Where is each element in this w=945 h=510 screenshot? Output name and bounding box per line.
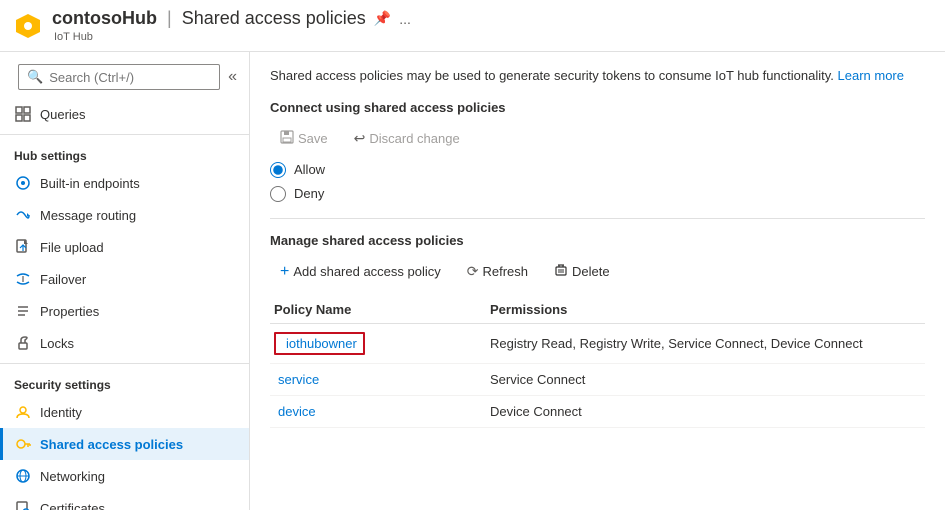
- connect-section-title: Connect using shared access policies: [270, 100, 925, 115]
- allow-label: Allow: [294, 162, 325, 177]
- title-bar: contosoHub | Shared access policies 📌 ..…: [0, 0, 945, 52]
- panel: Shared access policies may be used to ge…: [250, 52, 945, 510]
- hub-name: contosoHub: [52, 8, 157, 29]
- certificates-label: Certificates: [40, 501, 105, 510]
- locks-label: Locks: [40, 336, 74, 351]
- discard-icon: ↩: [354, 130, 366, 147]
- properties-icon: [14, 302, 32, 320]
- col-policy-header: Policy Name: [270, 302, 490, 317]
- add-icon: +: [280, 263, 289, 281]
- policy-link-iothubowner[interactable]: iothubowner: [282, 336, 357, 351]
- lock-icon: [14, 334, 32, 352]
- search-icon: 🔍: [27, 69, 43, 85]
- radio-group: Allow Deny: [270, 162, 925, 202]
- sidebar-item-shared-access-policies[interactable]: Shared access policies: [0, 428, 249, 460]
- search-box[interactable]: 🔍: [18, 64, 220, 90]
- failover-label: Failover: [40, 272, 86, 287]
- title-separator: |: [167, 8, 172, 29]
- cert-icon: ✓: [14, 499, 32, 510]
- add-policy-button[interactable]: + Add shared access policy: [270, 258, 451, 286]
- sidebar-item-properties[interactable]: Properties: [0, 295, 249, 327]
- deny-radio[interactable]: [270, 186, 286, 202]
- save-icon: [280, 130, 294, 147]
- table-row: iothubowner Registry Read, Registry Writ…: [270, 324, 925, 364]
- permissions-cell: Registry Read, Registry Write, Service C…: [490, 336, 925, 351]
- hub-icon: [14, 12, 42, 40]
- shared-access-policies-label: Shared access policies: [40, 437, 183, 452]
- permissions-cell: Service Connect: [490, 372, 925, 387]
- discard-button[interactable]: ↩ Discard change: [344, 125, 470, 152]
- file-icon: [14, 238, 32, 256]
- active-policy-box: iothubowner: [274, 332, 365, 355]
- deny-radio-item[interactable]: Deny: [270, 186, 925, 202]
- sidebar-item-locks[interactable]: Locks: [0, 327, 249, 359]
- policy-name-cell: service: [270, 372, 490, 387]
- main-content: 🔍 « Queries Hub settings Built-in endpoi…: [0, 52, 945, 510]
- search-input[interactable]: [49, 70, 211, 85]
- table-row: device Device Connect: [270, 396, 925, 428]
- refresh-icon: ⟳: [467, 263, 479, 280]
- allow-radio-item[interactable]: Allow: [270, 162, 925, 178]
- policy-name-cell: iothubowner: [270, 332, 490, 355]
- permissions-cell: Device Connect: [490, 404, 925, 419]
- sidebar-item-networking[interactable]: Networking: [0, 460, 249, 492]
- endpoint-icon: [14, 174, 32, 192]
- sidebar-item-built-in-endpoints[interactable]: Built-in endpoints: [0, 167, 249, 199]
- queries-icon: [14, 105, 32, 123]
- collapse-button[interactable]: «: [224, 64, 241, 90]
- learn-more-link[interactable]: Learn more: [838, 68, 904, 83]
- deny-label: Deny: [294, 186, 324, 201]
- table-header: Policy Name Permissions: [270, 296, 925, 324]
- network-icon: [14, 467, 32, 485]
- sidebar-item-message-routing[interactable]: Message routing: [0, 199, 249, 231]
- allow-radio[interactable]: [270, 162, 286, 178]
- save-button[interactable]: Save: [270, 125, 338, 152]
- sidebar-item-failover[interactable]: Failover: [0, 263, 249, 295]
- failover-icon: [14, 270, 32, 288]
- hub-settings-label: Hub settings: [0, 139, 249, 167]
- page-title: Shared access policies: [182, 8, 366, 29]
- table-row: service Service Connect: [270, 364, 925, 396]
- networking-label: Networking: [40, 469, 105, 484]
- delete-button[interactable]: Delete: [544, 258, 620, 285]
- delete-icon: [554, 263, 568, 280]
- col-permissions-header: Permissions: [490, 302, 925, 317]
- save-toolbar: Save ↩ Discard change: [270, 125, 925, 152]
- policy-name-cell: device: [270, 404, 490, 419]
- properties-label: Properties: [40, 304, 99, 319]
- queries-label: Queries: [40, 107, 86, 122]
- sidebar-item-file-upload[interactable]: File upload: [0, 231, 249, 263]
- sidebar-item-identity[interactable]: Identity: [0, 396, 249, 428]
- identity-icon: [14, 403, 32, 421]
- more-icon[interactable]: ...: [399, 11, 411, 27]
- built-in-endpoints-label: Built-in endpoints: [40, 176, 140, 191]
- hub-subtitle: IoT Hub: [54, 31, 411, 43]
- title-left: contosoHub | Shared access policies 📌 ..…: [52, 8, 411, 43]
- policies-table: Policy Name Permissions iothubowner Regi…: [270, 296, 925, 428]
- pin-icon[interactable]: 📌: [374, 10, 391, 27]
- sidebar: 🔍 « Queries Hub settings Built-in endpoi…: [0, 52, 250, 510]
- route-icon: [14, 206, 32, 224]
- file-upload-label: File upload: [40, 240, 104, 255]
- manage-section-title: Manage shared access policies: [270, 233, 925, 248]
- identity-label: Identity: [40, 405, 82, 420]
- sidebar-item-queries[interactable]: Queries: [0, 98, 249, 130]
- panel-info: Shared access policies may be used to ge…: [270, 66, 925, 86]
- key-icon: [14, 435, 32, 453]
- refresh-button[interactable]: ⟳ Refresh: [457, 258, 538, 285]
- message-routing-label: Message routing: [40, 208, 136, 223]
- manage-toolbar: + Add shared access policy ⟳ Refresh Del…: [270, 258, 925, 286]
- security-settings-label: Security settings: [0, 368, 249, 396]
- sidebar-item-certificates[interactable]: ✓ Certificates: [0, 492, 249, 510]
- policy-link-service[interactable]: service: [274, 372, 319, 387]
- policy-link-device[interactable]: device: [274, 404, 316, 419]
